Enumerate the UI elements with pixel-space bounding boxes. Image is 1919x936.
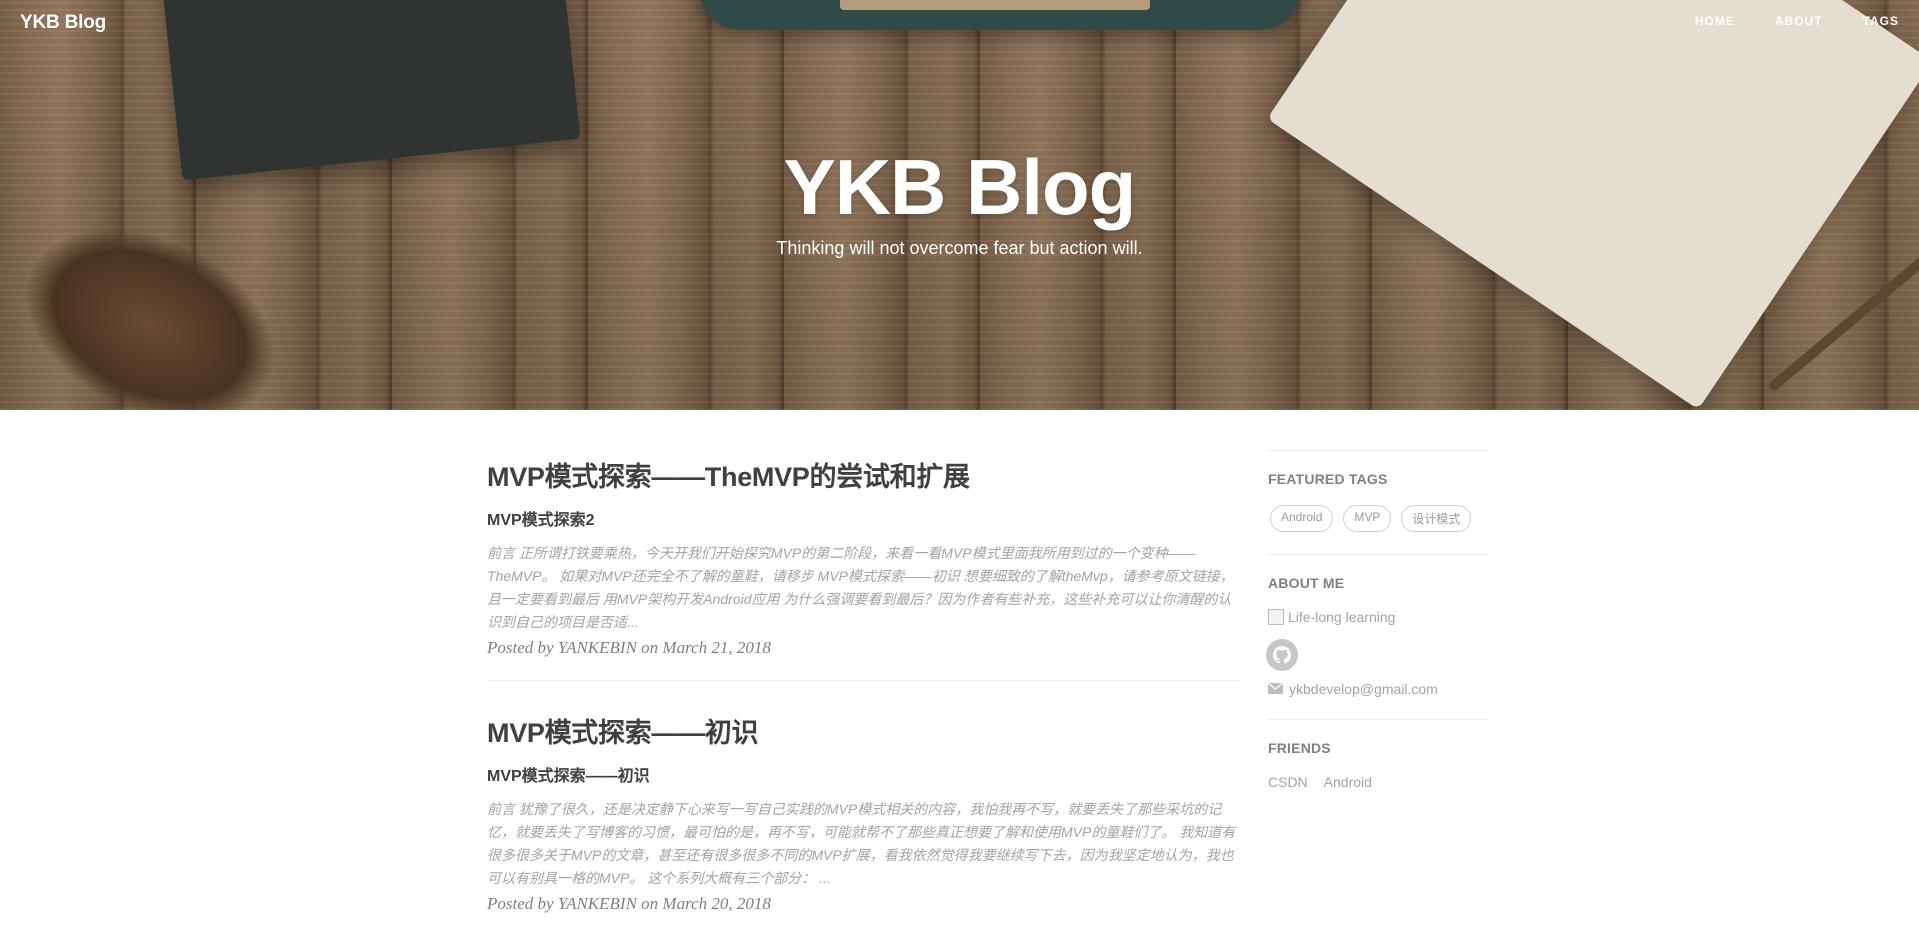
nav-home-link[interactable]: HOME [1695, 14, 1735, 28]
post-preview[interactable]: MVP模式探索——初识 MVP模式探索——初识 前言 犹豫了很久，还是决定静下心… [487, 680, 1239, 936]
tag-list: Android MVP 设计模式 [1268, 505, 1488, 554]
featured-tags-title: FEATURED TAGS [1268, 471, 1388, 487]
about-me-section: ABOUT ME Life-long learning ykbdevelop@g… [1266, 554, 1488, 719]
post-meta: Posted by YANKEBIN on March 21, 2018 [487, 638, 771, 657]
top-nav: HOME ABOUT TAGS [1655, 14, 1899, 28]
featured-tags-section: FEATURED TAGS Android MVP 设计模式 [1268, 450, 1488, 554]
tag-design-pattern[interactable]: 设计模式 [1401, 505, 1472, 532]
about-image: Life-long learning [1268, 609, 1488, 625]
tag-mvp[interactable]: MVP [1343, 505, 1392, 532]
friend-link-csdn[interactable]: CSDN [1268, 774, 1308, 790]
tag-android[interactable]: Android [1270, 505, 1334, 532]
hero-device-image [700, 0, 1300, 30]
post-subtitle[interactable]: MVP模式探索——初识 [487, 762, 1239, 786]
site-heading: YKB Blog [783, 143, 1137, 231]
github-icon[interactable] [1266, 639, 1298, 671]
email-address[interactable]: ykbdevelop@gmail.com [1289, 681, 1438, 697]
nav-about-link[interactable]: ABOUT [1775, 14, 1823, 28]
sidebar: FEATURED TAGS Android MVP 设计模式 ABOUT ME … [1266, 450, 1488, 790]
brand-logo-link[interactable]: YKB Blog [20, 12, 106, 34]
post-title[interactable]: MVP模式探索——TheMVP的尝试和扩展 [487, 455, 1239, 494]
hero-header: YKB Blog HOME ABOUT TAGS YKB Blog Thinki… [0, 0, 1919, 410]
post-title[interactable]: MVP模式探索——初识 [487, 711, 1239, 750]
broken-image-icon [1268, 609, 1284, 625]
post-preview[interactable]: MVP模式探索——TheMVP的尝试和扩展 MVP模式探索2 前言 正所谓打铁要… [487, 455, 1239, 680]
post-excerpt[interactable]: 前言 正所谓打铁要乘热，今天开我们开始探究MVP的第二阶段，来看一看MVP模式里… [487, 542, 1239, 634]
nav-tags-link[interactable]: TAGS [1863, 14, 1899, 28]
mail-icon [1268, 681, 1283, 697]
friends-list: CSDN Android [1268, 774, 1488, 790]
email-link[interactable]: ykbdevelop@gmail.com [1268, 681, 1488, 719]
friend-link-android[interactable]: Android [1324, 774, 1372, 790]
about-image-alt: Life-long learning [1288, 609, 1396, 625]
about-me-title: ABOUT ME [1268, 575, 1345, 591]
site-subheading: Thinking will not overcome fear but acti… [776, 238, 1143, 258]
friends-title: FRIENDS [1268, 740, 1331, 756]
post-subtitle[interactable]: MVP模式探索2 [487, 506, 1239, 530]
post-meta: Posted by YANKEBIN on March 20, 2018 [487, 894, 771, 913]
post-excerpt[interactable]: 前言 犹豫了很久，还是决定静下心来写一写自己实践的MVP模式相关的内容，我怕我再… [487, 798, 1239, 890]
friends-section: FRIENDS CSDN Android [1268, 719, 1488, 790]
post-list: MVP模式探索——TheMVP的尝试和扩展 MVP模式探索2 前言 正所谓打铁要… [487, 455, 1239, 936]
